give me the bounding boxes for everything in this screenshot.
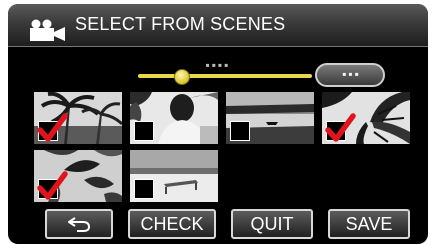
save-button[interactable]: SAVE <box>328 209 410 239</box>
checkmark-icon <box>37 171 68 200</box>
screen-title: SELECT FROM SCENES <box>75 14 286 34</box>
scene-thumbnail[interactable] <box>34 92 122 144</box>
video-camera-icon <box>30 19 65 41</box>
screen: SELECT FROM SCENES ▪▪▪▪ ▪▪▪ CHECK QUIT S… <box>0 0 436 248</box>
slider-toggle-button[interactable]: ▪▪▪ <box>315 63 385 87</box>
scene-slider-thumb[interactable] <box>173 69 190 85</box>
return-arrow-icon <box>68 217 91 232</box>
checkmark-icon <box>325 113 356 142</box>
scene-thumbnail[interactable] <box>322 92 410 144</box>
scene-thumbnail[interactable] <box>226 92 314 144</box>
scene-thumbnail[interactable] <box>34 150 122 202</box>
scene-thumbnail[interactable] <box>130 150 218 202</box>
scene-slider-track[interactable] <box>138 74 312 78</box>
select-checkbox[interactable] <box>134 121 154 141</box>
checkmark-icon <box>37 113 68 142</box>
select-checkbox[interactable] <box>134 179 154 199</box>
check-button[interactable]: CHECK <box>128 209 216 239</box>
camera-menu-panel: SELECT FROM SCENES ▪▪▪▪ ▪▪▪ CHECK QUIT S… <box>8 4 428 244</box>
back-button[interactable] <box>45 209 113 239</box>
select-checkbox[interactable] <box>230 121 250 141</box>
quit-button[interactable]: QUIT <box>231 209 313 239</box>
scene-thumbnail[interactable] <box>130 92 218 144</box>
page-indicator: ▪▪▪▪ <box>204 59 230 73</box>
title-bar: SELECT FROM SCENES <box>8 4 428 47</box>
